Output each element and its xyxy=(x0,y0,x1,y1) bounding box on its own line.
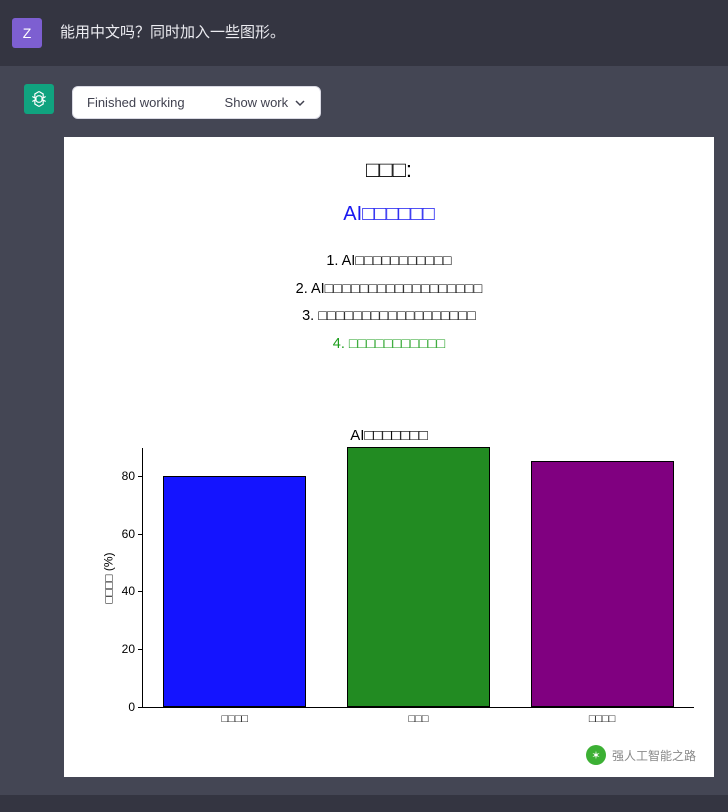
openai-icon xyxy=(29,89,49,109)
plot-area: □□□□ (%) 020406080□□□□□□□□□□□ xyxy=(142,448,694,708)
pill-status-text: Finished working xyxy=(87,95,185,110)
slide-list-item: 4. □□□□□□□□□□□ xyxy=(64,331,714,359)
slide-title: □□□: xyxy=(64,157,714,183)
slide-list-item: 1. AI□□□□□□□□□□□ xyxy=(64,248,714,276)
chart-title: AI□□□□□□□ xyxy=(84,427,694,444)
x-tick: □□□□ xyxy=(222,713,249,725)
y-tick: 80 xyxy=(105,469,135,483)
y-tick: 20 xyxy=(105,642,135,656)
user-message-text: 能用中文吗？同时加入一些图形。 xyxy=(60,18,285,45)
slide-list: 1. AI□□□□□□□□□□□ 2. AI□□□□□□□□□□□□□□□□□□… xyxy=(64,248,714,358)
assistant-message-row: Finished working Show work □□□: AI□□□□□□… xyxy=(0,66,728,795)
slide-text-block: □□□: AI□□□□□□ 1. AI□□□□□□□□□□□ 2. AI□□□□… xyxy=(64,137,714,358)
assistant-avatar xyxy=(24,84,54,114)
show-work-label: Show work xyxy=(225,95,289,110)
show-work-toggle[interactable]: Show work xyxy=(225,95,307,110)
bar xyxy=(531,461,674,707)
watermark-text: 强人工智能之路 xyxy=(612,747,696,764)
x-tick: □□□ xyxy=(409,713,429,725)
bar xyxy=(347,447,490,707)
y-tick: 40 xyxy=(105,584,135,598)
x-tick: □□□□ xyxy=(589,713,616,725)
wechat-icon: ✶ xyxy=(586,745,606,765)
slide-list-item: 3. □□□□□□□□□□□□□□□□□□ xyxy=(64,303,714,331)
user-avatar: Z xyxy=(12,18,42,48)
chevron-down-icon xyxy=(294,97,306,109)
output-image-card: □□□: AI□□□□□□ 1. AI□□□□□□□□□□□ 2. AI□□□□… xyxy=(64,137,714,777)
watermark: ✶ 强人工智能之路 xyxy=(586,745,696,765)
y-tick: 60 xyxy=(105,527,135,541)
slide-subtitle: AI□□□□□□ xyxy=(64,203,714,226)
bar xyxy=(163,476,306,707)
bar-chart: AI□□□□□□□ □□□□ (%) 020406080□□□□□□□□□□□ … xyxy=(84,427,694,757)
slide-list-item: 2. AI□□□□□□□□□□□□□□□□□□ xyxy=(64,276,714,304)
user-message-row: Z 能用中文吗？同时加入一些图形。 xyxy=(0,0,728,66)
code-work-pill[interactable]: Finished working Show work xyxy=(72,86,321,119)
y-tick: 0 xyxy=(105,700,135,714)
